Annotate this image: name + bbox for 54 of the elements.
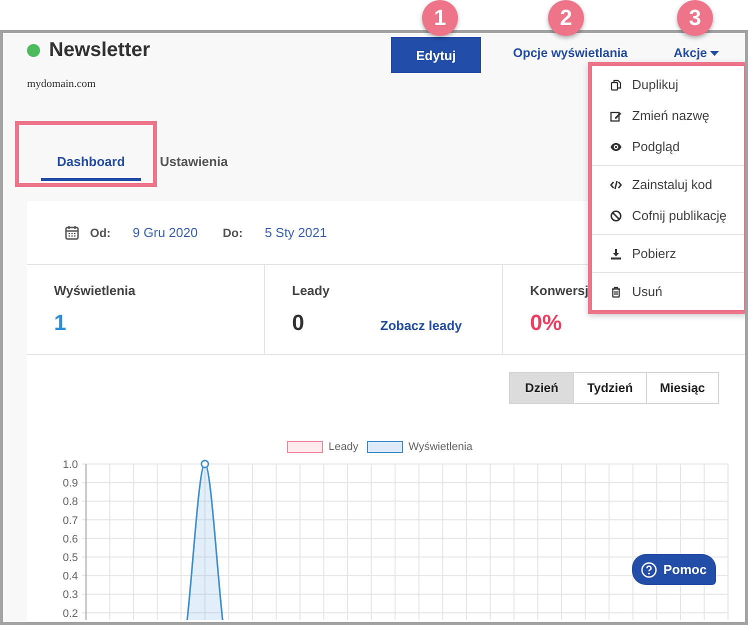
y-tick-label: 0.8 — [62, 496, 78, 508]
callout-number: 1 — [422, 0, 458, 36]
range-button[interactable]: Miesiąc — [646, 372, 719, 404]
stat-value: 0% — [530, 310, 562, 336]
download-icon — [610, 248, 622, 260]
eye-icon — [610, 140, 622, 152]
trash-icon — [610, 286, 622, 298]
y-tick-label: 0.4 — [62, 570, 78, 583]
help-button[interactable]: Pomoc — [632, 554, 716, 585]
caret-icon — [710, 50, 719, 56]
callout-number: 2 — [548, 0, 584, 36]
legend-label: Leady — [328, 441, 358, 453]
menu-item[interactable]: Zmień nazwę — [592, 100, 744, 131]
y-tick-label: 0.5 — [62, 552, 78, 564]
edit-icon — [610, 110, 622, 122]
edit-button[interactable]: Edytuj — [391, 37, 481, 73]
code-icon — [610, 178, 622, 190]
stat-label: Leady — [292, 283, 330, 298]
y-tick-label: 0.2 — [62, 608, 78, 620]
y-tick-label: 0.7 — [62, 514, 78, 527]
y-tick-label: 1.0 — [62, 459, 78, 471]
domain-text: mydomain.com — [27, 78, 96, 90]
to-date[interactable]: 5 Sty 2021 — [264, 225, 327, 240]
y-tick-label: 0.6 — [62, 533, 78, 546]
menu-item[interactable]: Duplikuj — [592, 69, 744, 100]
stat-value: 1 — [54, 310, 66, 336]
prohibited-icon — [610, 210, 622, 222]
menu-item[interactable]: Pobierz — [592, 238, 744, 269]
menu-item[interactable]: Podgląd — [592, 131, 744, 162]
calendar-icon — [65, 225, 79, 240]
callout-number: 3 — [677, 0, 713, 36]
range-button[interactable]: Tydzień — [573, 372, 647, 404]
range-button[interactable]: Dzień — [509, 372, 574, 404]
data-point — [200, 460, 210, 468]
stat-label: Konwersj — [530, 283, 589, 298]
y-tick-label: 0.3 — [62, 589, 78, 602]
stat-value: 0 — [292, 310, 304, 336]
see-leads-link[interactable]: Zobacz leady — [380, 318, 462, 333]
actions-dropdown[interactable]: Akcje — [674, 46, 719, 61]
tab[interactable]: Dashboard — [41, 145, 141, 181]
to-label: Do: — [222, 226, 243, 240]
from-label: Od: — [90, 226, 111, 240]
page-title: Newsletter — [49, 39, 150, 62]
tab[interactable]: Ustawienia — [160, 145, 244, 181]
copy-icon — [610, 78, 622, 90]
menu-item[interactable]: Zainstaluj kod — [592, 169, 744, 200]
question-icon — [641, 562, 658, 578]
y-tick-label: 0.9 — [62, 478, 78, 490]
stat-label: Wyświetlenia — [54, 283, 136, 298]
display-options-link[interactable]: Opcje wyświetlania — [513, 46, 628, 61]
menu-item[interactable]: Cofnij publikację — [592, 200, 744, 231]
from-date[interactable]: 9 Gru 2020 — [132, 225, 198, 240]
legend-label: Wyświetlenia — [408, 441, 473, 453]
menu-item[interactable]: Usuń — [592, 276, 744, 307]
